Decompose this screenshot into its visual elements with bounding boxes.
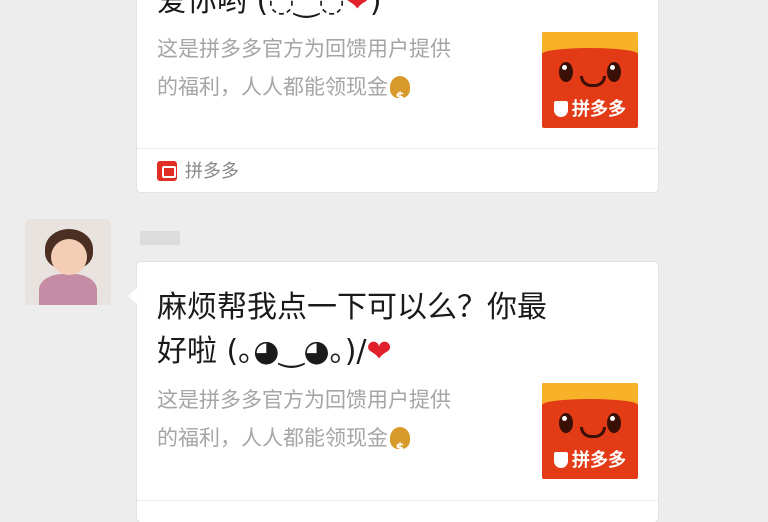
- message-description: 这是拼多多官方为回馈用户提供 的福利，人人都能领现金: [157, 381, 527, 468]
- link-thumbnail: 拼多多: [542, 383, 638, 479]
- thumbnail-mouth: [580, 427, 606, 438]
- message-title: 爱你哟 (◌‿◌❤): [157, 0, 638, 24]
- thumbnail-eye-right: [607, 62, 621, 82]
- thumbnail-eye-left: [559, 62, 573, 82]
- card-divider: [137, 148, 658, 149]
- avatar[interactable]: [25, 219, 111, 305]
- shield-icon: [554, 101, 568, 117]
- message-description: 这是拼多多官方为回馈用户提供 的福利，人人都能领现金: [157, 30, 527, 117]
- link-thumbnail: 拼多多: [542, 32, 638, 128]
- thumbnail-brand-label: 拼多多: [542, 98, 638, 122]
- shield-icon: [554, 452, 568, 468]
- thumbnail-eye-left: [559, 413, 573, 433]
- card-divider: [137, 500, 658, 501]
- source-name: 拼多多: [185, 161, 239, 182]
- thumbnail-brand-label: 拼多多: [542, 449, 638, 473]
- shared-link-card[interactable]: 爱你哟 (◌‿◌❤) 这是拼多多官方为回馈用户提供 的福利，人人都能领现金 拼多…: [137, 0, 658, 192]
- money-bag-icon: [390, 427, 410, 468]
- money-bag-icon: [390, 76, 410, 117]
- sender-name-blurred: [140, 231, 180, 245]
- thumbnail-mouth: [580, 76, 606, 87]
- message-title: 麻烦帮我点一下可以么？你最 好啦 (｡◕‿◕｡)/❤: [157, 290, 547, 369]
- thumbnail-eye-right: [607, 413, 621, 433]
- shared-link-card[interactable]: 麻烦帮我点一下可以么？你最 好啦 (｡◕‿◕｡)/❤ 这是拼多多官方为回馈用户提…: [128, 262, 658, 522]
- link-source[interactable]: 拼多多: [157, 158, 239, 186]
- heart-icon: ❤: [344, 0, 370, 19]
- heart-icon: ❤: [366, 334, 392, 369]
- pinduoduo-logo-icon: [157, 161, 177, 181]
